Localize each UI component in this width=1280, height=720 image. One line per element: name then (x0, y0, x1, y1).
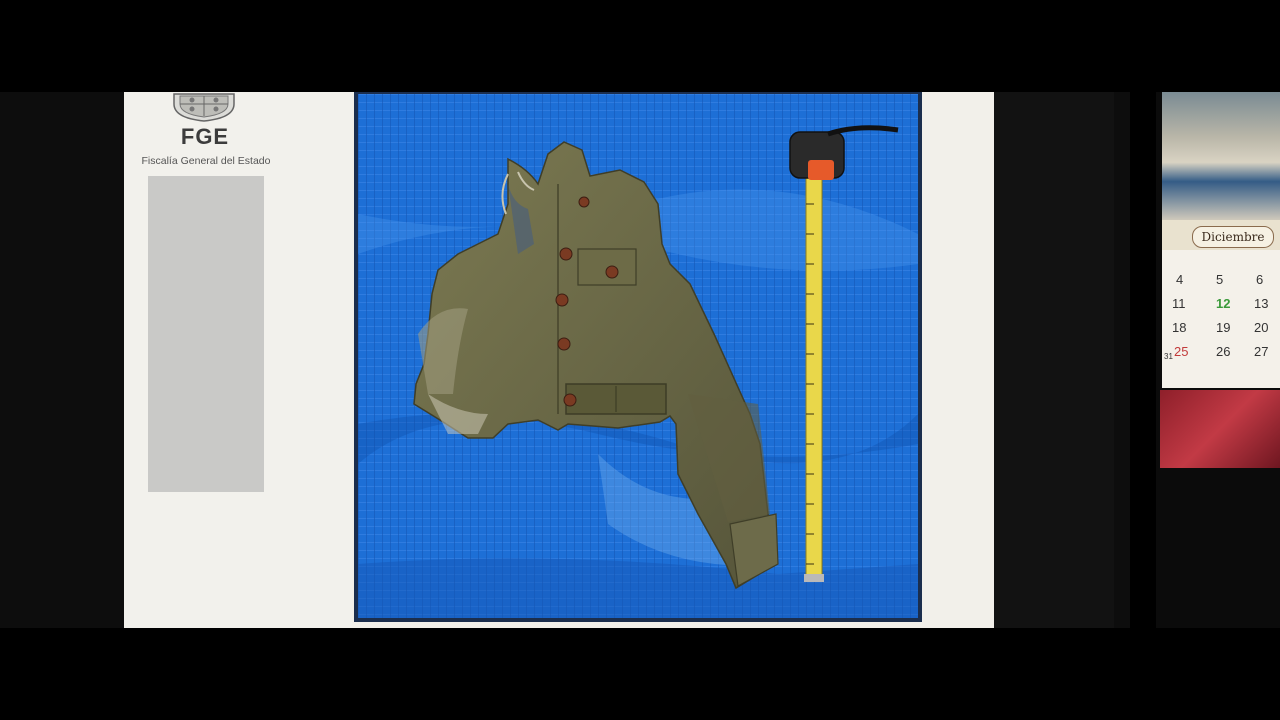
calendar-day-highlight: 12 (1216, 296, 1231, 311)
calendar-banner (1160, 390, 1280, 468)
calendar-day-holiday: 25 (1174, 344, 1189, 359)
monitor-right-bezel (994, 92, 1114, 628)
letterbox-bottom (0, 628, 1280, 720)
photo-scene: FGE Fiscalía General del Estado Diciembr… (0, 0, 1280, 720)
calendar-day: 5 (1216, 272, 1224, 287)
calendar-day: 27 (1254, 344, 1269, 359)
calendar-photo (1162, 92, 1280, 220)
org-abbreviation: FGE (180, 124, 230, 149)
letterbox-top (0, 0, 1280, 92)
calendar-day: 11 (1172, 296, 1186, 311)
calendar-day: 6 (1256, 272, 1264, 287)
org-full-name: Fiscalía General del Estado (141, 155, 271, 167)
evidence-photo (358, 94, 918, 618)
calendar-day: 19 (1216, 320, 1231, 335)
state-seal-logo (173, 93, 235, 122)
calendar-day: 31 (1164, 352, 1173, 361)
calendar-month: Diciembre (1192, 226, 1274, 248)
redacted-block (148, 176, 264, 492)
calendar-day: 20 (1254, 320, 1269, 335)
calendar-day: 4 (1176, 272, 1184, 287)
calendar-day: 13 (1254, 296, 1269, 311)
calendar-day: 26 (1216, 344, 1231, 359)
calendar-grid: 4 5 6 11 12 13 18 19 20 25 26 27 31 (1162, 250, 1280, 388)
calendar-day: 18 (1172, 320, 1187, 335)
